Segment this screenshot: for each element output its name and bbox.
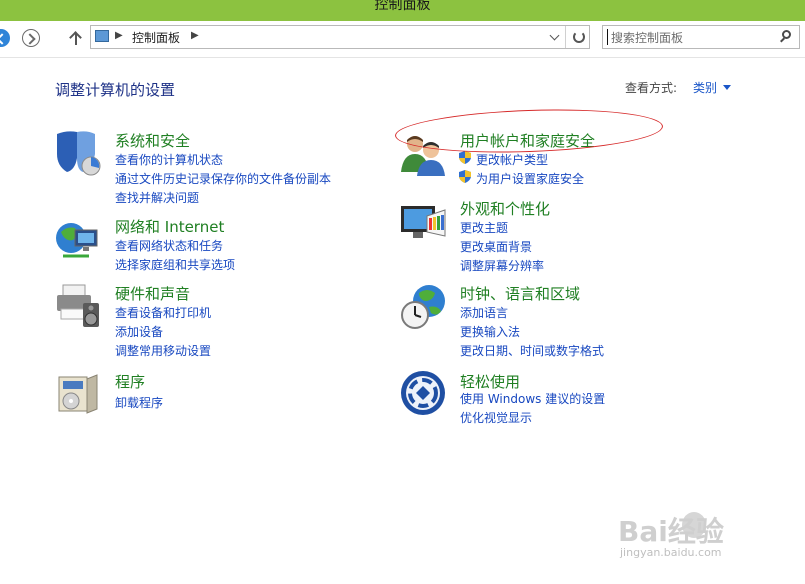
search-icon[interactable] — [782, 30, 791, 39]
watermark-url: jingyan.baidu.com — [620, 546, 722, 559]
link-uninstall-program[interactable]: 卸载程序 — [115, 394, 163, 411]
link-windows-recommended-settings[interactable]: 使用 Windows 建议的设置 — [460, 390, 605, 407]
search-input[interactable]: 搜索控制面板 — [602, 25, 800, 49]
category-title[interactable]: 系统和安全 — [115, 130, 190, 151]
clock-globe-icon[interactable] — [399, 281, 447, 329]
network-globe-icon[interactable] — [53, 214, 101, 262]
minimize-button[interactable] — [734, 0, 764, 8]
category-title[interactable]: 硬件和声音 — [115, 283, 190, 304]
breadcrumb-control-panel[interactable]: 控制面板 — [132, 29, 180, 46]
link-add-device[interactable]: 添加设备 — [115, 323, 163, 340]
link-change-theme[interactable]: 更改主题 — [460, 219, 508, 236]
search-placeholder: 搜索控制面板 — [611, 31, 684, 45]
refresh-icon[interactable] — [565, 26, 590, 48]
title-bar: 控制面板 — [0, 0, 805, 21]
link-optimize-visual-display[interactable]: 优化视觉显示 — [460, 409, 532, 426]
link-change-input-method[interactable]: 更换输入法 — [460, 323, 520, 340]
monitor-palette-icon[interactable] — [399, 196, 447, 244]
category-title[interactable]: 程序 — [115, 371, 145, 392]
link-homegroup-sharing[interactable]: 选择家庭组和共享选项 — [115, 256, 235, 273]
link-network-status[interactable]: 查看网络状态和任务 — [115, 237, 223, 254]
category-title[interactable]: 外观和个性化 — [460, 198, 550, 219]
chevron-down-icon[interactable] — [549, 30, 560, 41]
link-mobility-settings[interactable]: 调整常用移动设置 — [115, 342, 211, 359]
chevron-right-icon[interactable]: ▶ — [115, 30, 123, 41]
link-date-time-number-format[interactable]: 更改日期、时间或数字格式 — [460, 342, 604, 359]
category-title[interactable]: 时钟、语言和区域 — [460, 283, 580, 304]
link-file-history-backup[interactable]: 通过文件历史记录保存你的文件备份副本 — [115, 170, 331, 187]
programs-box-icon[interactable] — [53, 369, 101, 417]
address-bar: ▶ 控制面板 ▶ 搜索控制面板 — [0, 21, 805, 58]
watermark: Bai经验 jingyan.baidu.com — [618, 510, 768, 570]
category-title[interactable]: 网络和 Internet — [115, 216, 224, 237]
link-screen-resolution[interactable]: 调整屏幕分辨率 — [460, 257, 544, 274]
link-change-desktop-background[interactable]: 更改桌面背景 — [460, 238, 532, 255]
view-by-label: 查看方式: — [625, 81, 678, 95]
back-arrow-icon[interactable] — [0, 29, 10, 47]
chevron-right-icon[interactable]: ▶ — [191, 30, 199, 41]
ease-of-access-icon[interactable] — [399, 369, 447, 417]
forward-arrow-icon[interactable] — [22, 29, 40, 47]
up-arrow-icon[interactable] — [68, 28, 84, 48]
printer-speaker-icon[interactable] — [53, 281, 101, 329]
link-add-language[interactable]: 添加语言 — [460, 304, 508, 321]
link-family-safety[interactable]: 为用户设置家庭安全 — [476, 170, 584, 187]
link-devices-printers[interactable]: 查看设备和打印机 — [115, 304, 211, 321]
dropdown-caret-icon[interactable] — [723, 85, 731, 90]
annotation-circle — [394, 105, 664, 157]
breadcrumb[interactable]: ▶ 控制面板 ▶ — [90, 25, 590, 49]
page-title: 调整计算机的设置 — [55, 81, 176, 99]
link-change-account-type[interactable]: 更改帐户类型 — [476, 151, 548, 168]
maximize-button[interactable] — [770, 0, 800, 8]
control-panel-icon — [95, 30, 109, 42]
category-title[interactable]: 轻松使用 — [460, 371, 520, 392]
uac-shield-icon — [459, 151, 471, 164]
view-by-dropdown[interactable]: 类别 — [693, 79, 717, 96]
window-title: 控制面板 — [374, 0, 431, 13]
uac-shield-icon — [459, 170, 471, 183]
shield-icon[interactable] — [53, 128, 101, 176]
text-caret — [607, 29, 608, 45]
link-troubleshoot[interactable]: 查找并解决问题 — [115, 189, 199, 206]
link-view-computer-status[interactable]: 查看你的计算机状态 — [115, 151, 223, 168]
watermark-brand: Bai经验 — [618, 515, 724, 548]
